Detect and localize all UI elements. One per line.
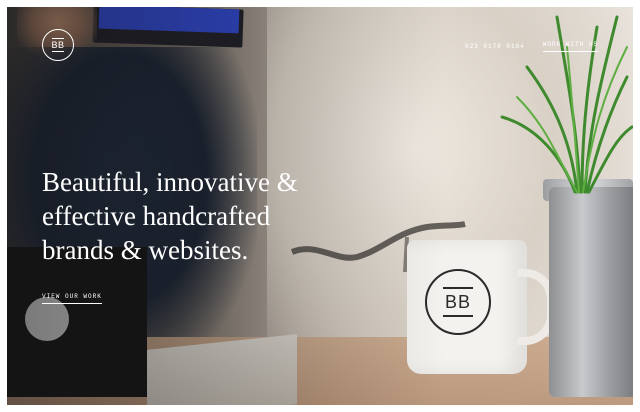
top-nav: 023 8178 0164 WORK WITH US <box>465 41 598 52</box>
logo-text: BB <box>51 40 65 50</box>
headline-line: Beautiful, innovative & <box>42 167 298 197</box>
hero-section: BB BB 023 8178 0164 WORK WITH US Beautif… <box>7 7 633 405</box>
bb-logo[interactable]: BB <box>42 29 74 61</box>
view-our-work-link[interactable]: VIEW OUR WORK <box>42 293 102 304</box>
headline-line: brands & websites. <box>42 235 249 265</box>
headline-line: effective handcrafted <box>42 201 271 231</box>
hero-headline: Beautiful, innovative & effective handcr… <box>42 165 332 267</box>
phone-number[interactable]: 023 8178 0164 <box>465 43 525 50</box>
work-with-us-link[interactable]: WORK WITH US <box>542 41 598 52</box>
